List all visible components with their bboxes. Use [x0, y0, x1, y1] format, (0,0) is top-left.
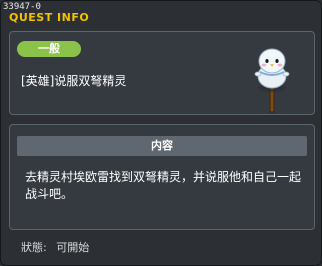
status-value: 可開始 — [56, 241, 90, 254]
status-label: 狀態: — [21, 241, 47, 254]
quest-summary-panel: 一般 [英雄]说服双弩精灵 — [9, 31, 315, 115]
quest-name: [英雄]说服双弩精灵 — [21, 74, 127, 88]
content-header: 内容 — [17, 136, 307, 156]
window-title: QUEST INFO — [9, 11, 90, 24]
content-text: 去精灵村埃欧雷找到双弩精灵，并说服他和自己一起战斗吧。 — [25, 170, 302, 201]
status-row: 狀態: 可開始 — [21, 239, 95, 255]
quest-category-badge: 一般 — [17, 41, 81, 57]
quest-content-panel: 内容 去精灵村埃欧雷找到双弩精灵，并说服他和自己一起战斗吧。 — [9, 124, 315, 230]
snowman-npc-icon — [254, 48, 290, 113]
quest-info-window: 33947-0 QUEST INFO 一般 [英雄]说服双弩精灵 内容 去精灵村… — [0, 0, 322, 266]
